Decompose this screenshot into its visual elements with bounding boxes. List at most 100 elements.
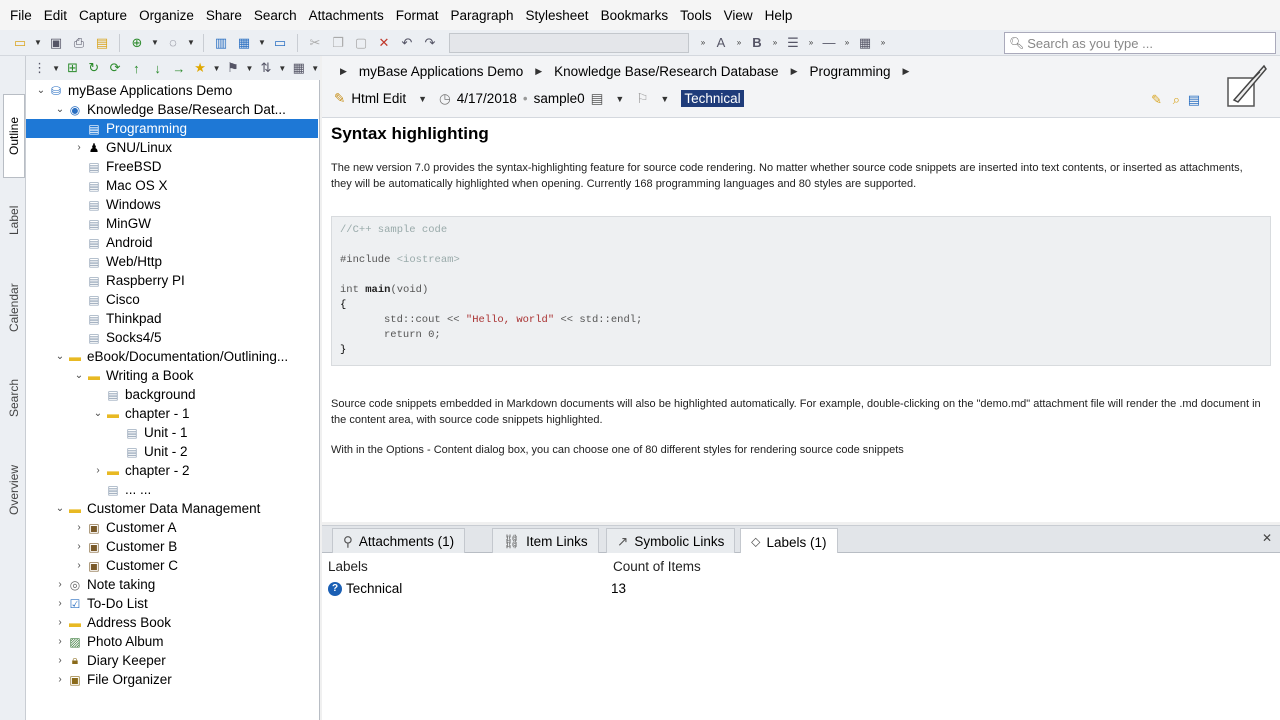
more-icon[interactable]: » [878,33,888,53]
chevron-down-icon[interactable]: ▼ [245,58,255,78]
menu-capture[interactable]: Capture [73,8,133,23]
tree-node[interactable]: ⌄ ◉ Knowledge Base/Research Dat... [53,100,286,119]
breadcrumb-item-current[interactable]: Programming [810,64,891,79]
more-icon[interactable]: » [770,33,780,53]
chevron-down-icon[interactable]: ▼ [33,33,43,53]
more-icon[interactable]: » [842,33,852,53]
chevron-down-icon[interactable]: ▼ [150,33,160,53]
tree-node[interactable]: ▤ FreeBSD [72,157,161,176]
tree-node[interactable]: ▤ background [91,385,195,404]
tree-node[interactable]: › ▨ Photo Album [53,632,163,651]
tree-view-icon[interactable]: ⋮ [30,58,49,78]
window-icon[interactable]: ▭ [270,33,290,53]
paste-icon[interactable]: ▢ [351,33,371,53]
breadcrumb-item-kb[interactable]: Knowledge Base/Research Database [554,64,778,79]
menu-stylesheet[interactable]: Stylesheet [520,8,595,23]
tab-attachments[interactable]: ⚲ Attachments (1) [332,528,466,554]
tree-node[interactable]: ⌄ ▬ Customer Data Management [53,499,261,518]
tree-node[interactable]: › ▣ File Organizer [53,670,171,689]
chevron-down-icon[interactable]: ▼ [660,94,669,104]
tree-node[interactable]: ▤ Programming [26,119,318,138]
sort-icon[interactable]: ⇅ [256,58,275,78]
tree-node[interactable]: ▤ ... ... [91,480,151,499]
expand-icon[interactable]: › [53,598,67,609]
expand-icon[interactable]: › [53,617,67,628]
expand-icon[interactable]: › [72,560,86,571]
tree-node[interactable]: ▤ Unit - 2 [110,442,187,461]
export-icon[interactable]: ▤ [92,33,112,53]
chevron-down-icon[interactable]: ▼ [212,58,222,78]
collapse-icon[interactable]: ⌄ [72,370,86,381]
chevron-down-icon[interactable]: ▼ [418,94,427,104]
tab-outline[interactable]: Outline [3,94,25,178]
expand-icon[interactable]: › [72,541,86,552]
menu-paragraph[interactable]: Paragraph [444,8,519,23]
menu-help[interactable]: Help [759,8,799,23]
menu-share[interactable]: Share [200,8,248,23]
add-icon[interactable]: ⊕ [127,33,147,53]
tree-node[interactable]: › ☑ To-Do List [53,594,147,613]
refresh-branch-icon[interactable]: ⟳ [105,58,124,78]
font-color-icon[interactable]: A [711,33,731,53]
undo-icon[interactable]: ↶ [397,33,417,53]
table-row[interactable]: ? Technical [328,581,402,596]
more-icon[interactable]: » [734,33,744,53]
tree-node[interactable]: ▤ Android [72,233,152,252]
reload-icon[interactable]: ↻ [84,58,103,78]
tree-node[interactable]: ▤ Web/Http [72,252,162,271]
tree-node[interactable]: › 🔒︎ Diary Keeper [53,651,165,670]
menu-view[interactable]: View [718,8,759,23]
hr-icon[interactable]: — [819,33,839,53]
chevron-down-icon[interactable]: ▼ [278,58,288,78]
save-icon[interactable]: ▣ [46,33,66,53]
menu-attachments[interactable]: Attachments [303,8,390,23]
collapse-icon[interactable]: ⌄ [53,351,67,362]
tree-node[interactable]: › ▬ Address Book [53,613,171,632]
tab-overview[interactable]: Overview [3,442,25,538]
tab-calendar[interactable]: Calendar [3,262,25,354]
tree-node[interactable]: › ▣ Customer B [72,537,177,556]
expand-icon[interactable]: › [53,636,67,647]
redo-icon[interactable]: ↷ [420,33,440,53]
tree-node[interactable]: › ▣ Customer C [72,556,178,575]
indent-icon[interactable]: → [169,58,188,78]
tab-search[interactable]: Search [3,358,25,438]
tag-tree-icon[interactable]: ⚑ [223,58,242,78]
tree-node[interactable]: ▤ Raspberry PI [72,271,184,290]
panel-icon[interactable]: ▤ [1188,92,1200,108]
menu-file[interactable]: File [4,8,38,23]
flag-icon[interactable]: ⚐ [636,91,648,107]
tree-node[interactable]: ⌄ ▬ Writing a Book [72,366,194,385]
menu-search[interactable]: Search [248,8,303,23]
more-icon[interactable]: » [806,33,816,53]
expand-icon[interactable]: › [72,522,86,533]
content-area[interactable]: Syntax highlighting The new version 7.0 … [322,118,1280,522]
chevron-down-icon[interactable]: ▼ [310,58,320,78]
chevron-down-icon[interactable]: ▼ [257,33,267,53]
move-up-icon[interactable]: ↑ [127,58,146,78]
copy-icon[interactable]: ❐ [328,33,348,53]
tree-node[interactable]: ▤ Unit - 1 [110,423,187,442]
expand-icon[interactable]: › [53,655,67,666]
search-box[interactable]: 🔍︎ Search as you type ... [1004,32,1276,54]
tree-node[interactable]: ▤ MinGW [72,214,151,233]
move-down-icon[interactable]: ↓ [148,58,167,78]
chevron-down-icon[interactable]: ▼ [51,58,61,78]
chevron-down-icon[interactable]: ▼ [186,33,196,53]
new-item-icon[interactable]: ⊞ [63,58,82,78]
list-icon[interactable]: ☰ [783,33,803,53]
star-icon[interactable]: ★ [190,58,209,78]
find-icon[interactable]: ⌕ [1173,92,1180,108]
new-folder-icon[interactable]: ▭ [10,33,30,53]
tree-node[interactable]: ▤ Thinkpad [72,309,161,328]
tree-node[interactable]: › ▬ chapter - 2 [91,461,189,480]
collapse-icon[interactable]: ⌄ [91,408,105,419]
breadcrumb-item-root[interactable]: myBase Applications Demo [359,64,523,79]
refresh-icon[interactable]: ◌ [163,33,183,53]
tree-node[interactable]: ▤ Socks4/5 [72,328,161,347]
tree-node[interactable]: › ◎ Note taking [53,575,155,594]
tree-node[interactable]: › ▣ Customer A [72,518,176,537]
column-header-labels[interactable]: Labels [328,559,368,574]
delete-icon[interactable]: ✕ [374,33,394,53]
cut-icon[interactable]: ✂ [305,33,325,53]
